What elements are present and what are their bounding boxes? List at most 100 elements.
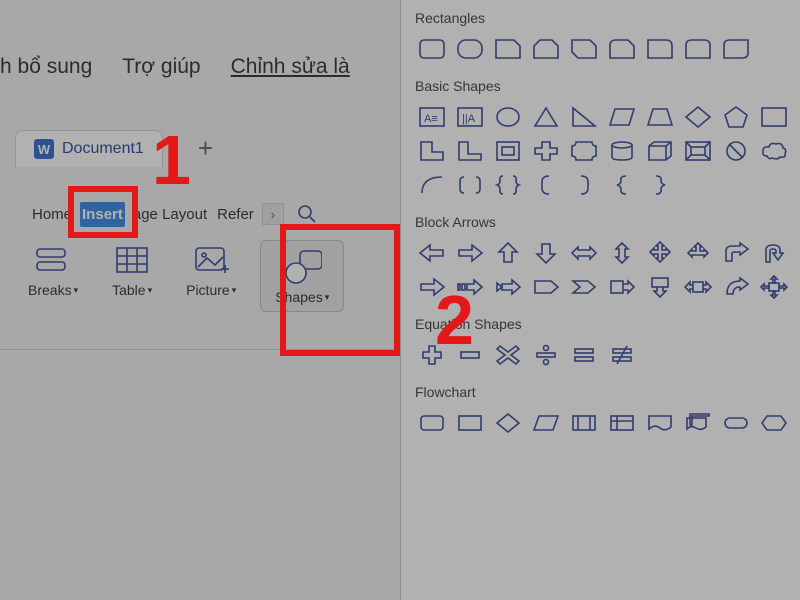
rounded-rect-icon[interactable] (453, 34, 487, 64)
arc-icon[interactable] (415, 170, 449, 200)
menu-item[interactable]: h bổ sung (0, 55, 92, 79)
tab-insert[interactable]: Insert (80, 202, 125, 227)
bracket-pair-icon[interactable] (453, 170, 487, 200)
arrow-up-icon[interactable] (491, 238, 525, 268)
flow-data-icon[interactable] (529, 408, 563, 438)
not-equal-icon[interactable] (605, 340, 639, 370)
plus-icon[interactable] (415, 340, 449, 370)
breaks-label: Breaks (28, 282, 72, 298)
arrow-left-icon[interactable] (415, 238, 449, 268)
shapes-panel: Rectangles Basic Shapes A≡ ||A (400, 0, 800, 600)
flow-process-icon[interactable] (453, 408, 487, 438)
arrow-tri-icon[interactable] (681, 238, 715, 268)
snip-rect-icon[interactable] (567, 34, 601, 64)
round-rect-icon[interactable] (681, 34, 715, 64)
arrow-updown-icon[interactable] (605, 238, 639, 268)
triangle-icon[interactable] (529, 102, 563, 132)
minus-icon[interactable] (453, 340, 487, 370)
rect-icon[interactable] (415, 34, 449, 64)
snip-rect-icon[interactable] (529, 34, 563, 64)
round-rect-icon[interactable] (719, 34, 753, 64)
round-snip-rect-icon[interactable] (605, 34, 639, 64)
pentagon-icon[interactable] (719, 102, 753, 132)
arrow-quad-callout-icon[interactable] (757, 272, 791, 302)
shapes-button[interactable]: Shapes▾ (260, 240, 344, 312)
arrow-curved-icon[interactable] (719, 272, 753, 302)
flow-multidoc-icon[interactable] (681, 408, 715, 438)
arrow-down-icon[interactable] (529, 238, 563, 268)
arrow-striped-icon[interactable] (453, 272, 487, 302)
arrow-leftright-icon[interactable] (567, 238, 601, 268)
plaque-icon[interactable] (567, 136, 601, 166)
equal-icon[interactable] (567, 340, 601, 370)
trapezoid-icon[interactable] (643, 102, 677, 132)
right-triangle-icon[interactable] (567, 102, 601, 132)
menu-item[interactable]: Chỉnh sửa là (231, 55, 350, 79)
breaks-button[interactable]: Breaks▾ (18, 240, 88, 302)
no-symbol-icon[interactable] (719, 136, 753, 166)
arrow-pentagon-icon[interactable] (529, 272, 563, 302)
diamond-icon[interactable] (681, 102, 715, 132)
cylinder-icon[interactable] (605, 136, 639, 166)
cross-icon[interactable] (529, 136, 563, 166)
tab-home[interactable]: Home (30, 202, 74, 227)
ribbon-more-icon[interactable]: › (262, 203, 284, 225)
shapes-label: Shapes (275, 289, 322, 305)
corner-icon[interactable] (415, 136, 449, 166)
left-brace-icon[interactable] (605, 170, 639, 200)
arrow-notched-icon[interactable] (491, 272, 525, 302)
flow-process-icon[interactable] (415, 408, 449, 438)
new-tab-button[interactable]: + (198, 133, 213, 164)
rect-icon[interactable] (757, 102, 791, 132)
category-basic-shapes: Basic Shapes (415, 78, 800, 94)
picture-icon (191, 244, 231, 276)
arrow-quad-icon[interactable] (643, 238, 677, 268)
arrow-bent-icon[interactable] (719, 238, 753, 268)
flow-document-icon[interactable] (643, 408, 677, 438)
bevel-icon[interactable] (681, 136, 715, 166)
cloud-icon[interactable] (757, 136, 791, 166)
category-block-arrows: Block Arrows (415, 214, 800, 230)
table-button[interactable]: Table▾ (102, 240, 162, 302)
caret-icon: ▾ (74, 285, 79, 296)
textbox-icon[interactable]: A≡ (415, 102, 449, 132)
arrow-callout-down-icon[interactable] (643, 272, 677, 302)
textbox-vert-icon[interactable]: ||A (453, 102, 487, 132)
oval-icon[interactable] (491, 102, 525, 132)
multiply-icon[interactable] (491, 340, 525, 370)
snip-rect-icon[interactable] (491, 34, 525, 64)
round-rect-icon[interactable] (643, 34, 677, 64)
divide-icon[interactable] (529, 340, 563, 370)
tab-document1[interactable]: W Document1 (15, 130, 163, 167)
flow-prep-icon[interactable] (757, 408, 791, 438)
category-flowchart: Flowchart (415, 384, 800, 400)
frame-icon[interactable] (491, 136, 525, 166)
flow-predef-icon[interactable] (567, 408, 601, 438)
l-shape-icon[interactable] (453, 136, 487, 166)
arrow-right-icon[interactable] (453, 238, 487, 268)
tab-references[interactable]: Refer (215, 202, 256, 227)
basic-shapes-row: A≡ ||A (415, 102, 795, 200)
cube-icon[interactable] (643, 136, 677, 166)
caret-icon: ▾ (232, 285, 237, 296)
right-bracket-icon[interactable] (567, 170, 601, 200)
parallelogram-icon[interactable] (605, 102, 639, 132)
picture-button[interactable]: Picture▾ (176, 240, 246, 302)
arrow-callout-lr-icon[interactable] (681, 272, 715, 302)
right-brace-icon[interactable] (643, 170, 677, 200)
brace-pair-icon[interactable] (491, 170, 525, 200)
search-icon[interactable] (295, 200, 319, 228)
svg-text:||A: ||A (462, 113, 476, 125)
arrow-callout-icon[interactable] (605, 272, 639, 302)
menu-item[interactable]: Trợ giúp (122, 55, 200, 79)
left-bracket-icon[interactable] (529, 170, 563, 200)
arrow-right-icon[interactable] (415, 272, 449, 302)
flow-decision-icon[interactable] (491, 408, 525, 438)
arrow-uturn-icon[interactable] (757, 238, 791, 268)
flow-terminator-icon[interactable] (719, 408, 753, 438)
flow-internal-icon[interactable] (605, 408, 639, 438)
word-icon: W (34, 139, 54, 159)
tab-page-layout[interactable]: age Layout (131, 202, 209, 227)
ribbon-tabs: Home Insert age Layout Refer › (30, 200, 319, 228)
arrow-chevron-icon[interactable] (567, 272, 601, 302)
